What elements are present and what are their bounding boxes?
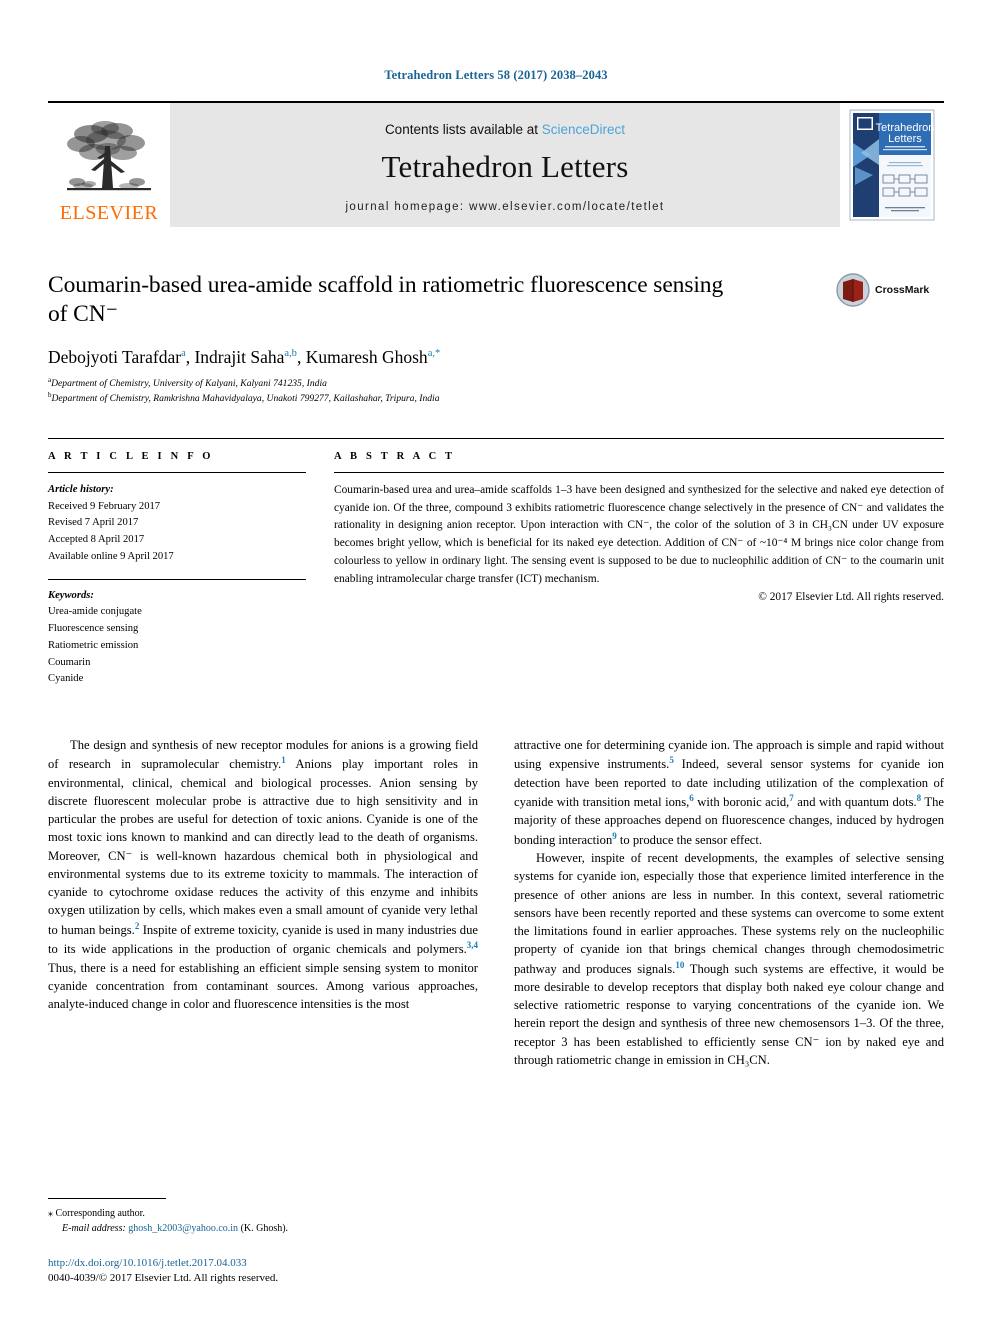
doi-block: http://dx.doi.org/10.1016/j.tetlet.2017.… [48,1256,460,1287]
reference-3-4[interactable]: 3,4 [467,940,478,950]
elsevier-tree-icon [67,121,151,191]
doi-link[interactable]: http://dx.doi.org/10.1016/j.tetlet.2017.… [48,1256,460,1272]
right-text-3: with boronic acid, [693,795,790,810]
running-head: Tetrahedron Letters 58 (2017) 2038–2043 [384,68,608,82]
journal-homepage-link[interactable]: journal homepage: www.elsevier.com/locat… [345,201,664,213]
keyword-5: Cyanide [48,673,84,685]
elsevier-logo: ELSEVIER [48,103,170,227]
author-1-name: Debojyoti Tarafdar [48,347,182,368]
paragraph-intro: The design and synthesis of new receptor… [48,736,478,1013]
article-title-line-2: of CN⁻ [48,300,118,327]
keyword-1: Urea-amide conjugate [48,606,142,618]
journal-title: Tetrahedron Letters [381,148,629,184]
contents-prefix: Contents lists available at [384,121,542,137]
corresponding-author-marker: ⁎ [48,1207,53,1219]
email-link[interactable]: ghosh_k2003@yahoo.co.in [128,1223,238,1234]
article-history: Article history: Received 9 February 201… [48,482,306,566]
affiliation-a: aDepartment of Chemistry, University of … [48,376,824,391]
author-2[interactable]: Indrajit Sahaa,b [194,347,296,367]
affiliation-b: bDepartment of Chemistry, Ramkrishna Mah… [48,391,824,406]
affiliation-b-text: Department of Chemistry, Ramkrishna Maha… [51,393,440,405]
journal-cover-image: Tetrahedron Letters [849,109,935,221]
affiliation-list: aDepartment of Chemistry, University of … [48,376,824,406]
footnote-divider [48,1197,166,1199]
abstract-copyright: © 2017 Elsevier Ltd. All rights reserved… [758,590,944,603]
page-footnote: ⁎ Corresponding author. E-mail address: … [48,1197,460,1287]
reference-10[interactable]: 10 [675,960,684,970]
contents-available-line: Contents lists available at ScienceDirec… [385,122,625,137]
corresponding-author-label: Corresponding author. [55,1207,145,1219]
author-sep-2: , [296,347,306,368]
right-text-8: Though such systems are effective, it wo… [514,961,945,1067]
article-title-line-1: Coumarin-based urea-amide scaffold in ra… [48,272,724,298]
info-abstract-section: A R T I C L E I N F O Article history: R… [48,437,944,688]
intro-text-2: Anions play important roles in environme… [48,757,478,937]
article-info-divider [48,471,306,473]
author-3-name: Kumaresh Ghosh [305,347,428,368]
affiliation-a-text: Department of Chemistry, University of K… [51,378,327,390]
history-accepted: Accepted 8 April 2017 [48,534,145,546]
author-3[interactable]: Kumaresh Ghosha,* [306,347,441,367]
keyword-2: Fluorescence sensing [48,623,139,635]
journal-cover-thumbnail[interactable]: Tetrahedron Letters [840,103,944,227]
keyword-4: Coumarin [48,656,91,668]
article-history-label: Article history: [48,483,114,495]
corresponding-author-note: ⁎ Corresponding author. [48,1206,460,1221]
intro-text-4: Thus, there is a need for establishing a… [48,960,478,1012]
right-text-6: to produce the sensor effect. [616,832,763,847]
paragraph-however: However, inspite of recent developments,… [514,849,944,1069]
author-3-affil-marker: a,* [427,348,441,360]
keyword-3: Ratiometric emission [48,639,139,651]
author-1[interactable]: Debojyoti Tarafdara [48,347,186,367]
author-2-affil-marker: a,b [284,348,297,360]
article-body: The design and synthesis of new receptor… [48,736,944,1069]
keywords-label: Keywords: [48,589,94,601]
history-revised: Revised 7 April 2017 [48,517,139,529]
abstract-heading: A B S T R A C T [334,450,456,462]
article-info-column: A R T I C L E I N F O Article history: R… [48,451,306,688]
keywords-list: Keywords: Urea-amide conjugate Fluoresce… [48,588,306,688]
keywords-divider [48,578,306,580]
right-text-7: However, inspite of recent developments,… [514,851,944,976]
abstract-divider [334,471,944,473]
journal-masthead: ELSEVIER Contents lists available at Sci… [48,101,944,227]
body-column-right: attractive one for determining cyanide i… [514,736,944,1069]
email-note: E-mail address: ghosh_k2003@yahoo.co.in … [48,1221,460,1236]
author-2-name: Indrajit Saha [194,347,285,368]
journal-article-page: Tetrahedron Letters 58 (2017) 2038–2043 [0,0,992,1323]
masthead-center: Contents lists available at ScienceDirec… [170,103,840,227]
abstract-column: A B S T R A C T Coumarin-based urea and … [334,451,944,688]
crossmark-label: CrossMark [875,284,930,296]
crossmark-badge[interactable]: CrossMark [836,273,944,307]
abstract-text: Coumarin-based urea and urea–amide scaff… [334,483,944,585]
email-attribution: (K. Ghosh). [240,1222,289,1234]
page-title: Coumarin-based urea-amide scaffold in ra… [48,271,824,328]
crossmark-icon [836,273,870,307]
author-list: Debojyoti Tarafdara, Indrajit Sahaa,b, K… [48,347,824,368]
history-received: Received 9 February 2017 [48,500,161,512]
article-title-block: CrossMark Coumarin-based urea-amide scaf… [48,271,944,406]
email-label: E-mail address: [62,1222,126,1234]
svg-text:Letters: Letters [888,133,922,145]
right-text-4: and with quantum dots. [793,795,917,810]
history-online: Available online 9 April 2017 [48,550,174,562]
body-column-left: The design and synthesis of new receptor… [48,736,478,1069]
paragraph-intro-continued: attractive one for determining cyanide i… [514,736,944,849]
elsevier-wordmark: ELSEVIER [59,202,159,224]
sciencedirect-link[interactable]: ScienceDirect [542,122,625,137]
article-info-heading: A R T I C L E I N F O [48,450,214,462]
issn-copyright-line: 0040-4039/© 2017 Elsevier Ltd. All right… [48,1272,279,1285]
